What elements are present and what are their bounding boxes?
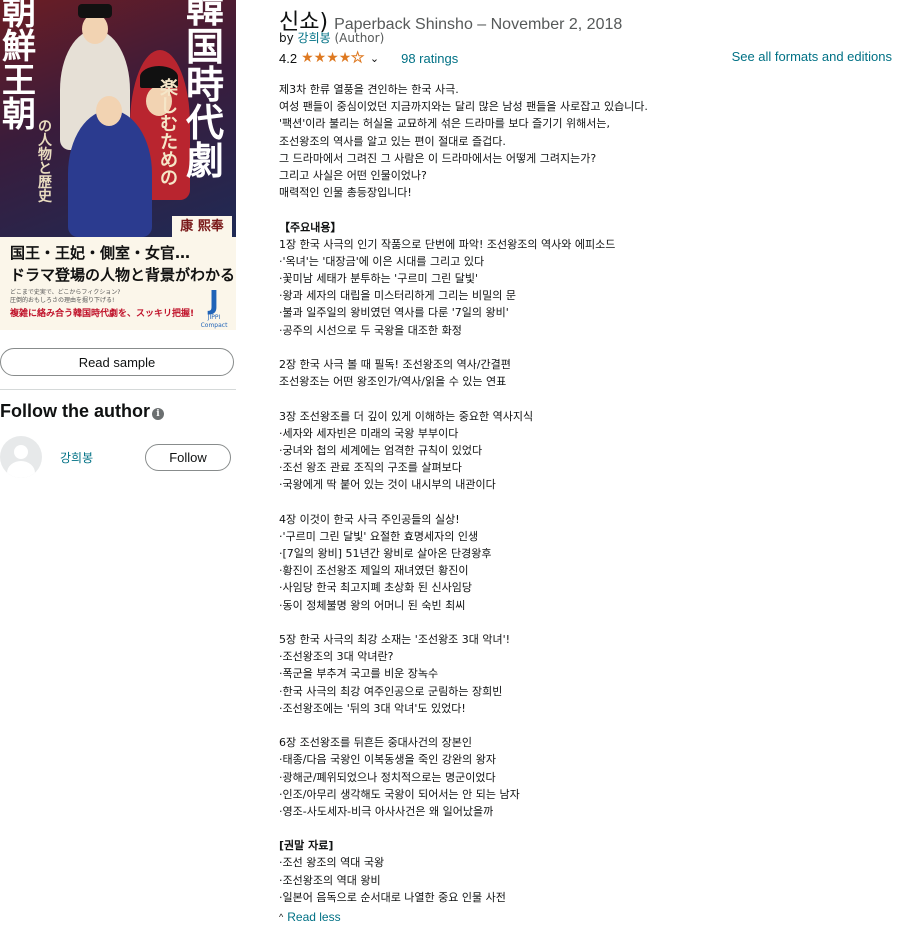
by-label: by [279, 31, 294, 45]
description-line: ·불과 일주일의 왕비였던 역사를 다룬 '7일의 왕비' [279, 306, 509, 320]
star-empty-icon: ★ [351, 50, 365, 66]
star-icon: ★ [313, 50, 327, 66]
description-spacer [279, 614, 889, 631]
cover-tagline-1: 国王・王妃・側室・女官… [10, 244, 191, 262]
chevron-down-icon[interactable]: ⌄ [370, 52, 379, 65]
description-line: ·동이 정체불명 왕의 어머니 된 숙빈 최씨 [279, 598, 466, 612]
description-line: ·태종/다음 국왕인 이복동생을 죽인 강완의 왕자 [279, 753, 496, 767]
description-line: 그 드라마에서 그려진 그 사람은 이 드라마에서는 어떻게 그려지는가? [279, 151, 597, 165]
avatar-head [14, 445, 28, 459]
description-line: ·인조/아무리 생각해도 국왕이 되어서는 안 되는 남자 [279, 787, 520, 801]
description-line: ·조선 왕조의 역대 국왕 [279, 856, 385, 870]
read-sample-button[interactable]: Read sample [0, 348, 234, 376]
cover-author: 康 熙奉 [172, 216, 232, 238]
description-line: 3장 조선왕조를 더 깊이 있게 이해하는 중요한 역사지식 [279, 409, 534, 423]
description-line: ·영조-사도세자-비극 아사사건은 왜 일어났을까 [279, 804, 494, 818]
description-line: ·꽃미남 세태가 분투하는 '구르미 그린 달빛' [279, 272, 479, 286]
see-all-formats-link[interactable]: See all formats and editions [732, 49, 892, 64]
cover-title-vertical-2: 韓国時代劇 [186, 0, 225, 183]
description-line: 1장 한국 사극의 인기 작품으로 단번에 파악! 조선왕조의 역사와 에피소드 [279, 237, 616, 251]
description-line: ·광해군/폐위되었으나 정치적으로는 명군이었다 [279, 770, 496, 784]
description-line: 그리고 사실은 어떤 인물이었나? [279, 168, 427, 182]
star-icon: ★ [301, 50, 314, 66]
description-line: 4장 이것이 한국 사극 주인공들의 실상! [279, 512, 460, 526]
read-less-link[interactable]: ^ Read less [279, 910, 341, 924]
description-line: ·왕과 세자의 대립을 미스터리하게 그리는 비밀의 문 [279, 289, 516, 303]
read-less-label: Read less [287, 910, 341, 924]
cover-subtitle-vertical-2: の人物と歴史 [38, 119, 52, 205]
description-line: ·세자와 세자빈은 미래의 국왕 부부이다 [279, 426, 459, 440]
description-line: ·조선 왕조 관료 조직의 구조를 살펴보다 [279, 461, 462, 475]
rating-row: 4.2 ★ ★ ★ ★ ★ ⌄ 98 ratings [279, 49, 458, 67]
description-line: ·궁녀와 첩의 세계에는 엄격한 규칙이 있었다 [279, 443, 483, 457]
publisher-logo: J JIPPI Compact [196, 288, 232, 330]
description-heading: 【주요내용】 [279, 220, 342, 234]
description-spacer [279, 494, 889, 511]
description-line: ·공주의 시선으로 두 국왕을 대조한 화정 [279, 323, 462, 337]
description-line: ·일본어 음독으로 순서대로 나열한 중요 인물 사전 [279, 890, 506, 904]
author-link[interactable]: 강희봉 [298, 31, 331, 45]
description-line: ·한국 사극의 최강 여주인공으로 군림하는 장희빈 [279, 684, 503, 698]
description-spacer [279, 717, 889, 734]
description-line: 조선왕조의 역사를 알고 있는 편이 절대로 즐겁다. [279, 134, 506, 148]
author-role: (Author) [334, 31, 385, 45]
description-line: ·'옥녀'는 '대장금'에 이은 시대를 그리고 있다 [279, 254, 485, 268]
description-spacer [279, 390, 889, 407]
cover-face [96, 96, 122, 126]
byline: by 강희봉 (Author) [279, 29, 384, 46]
publisher-name: JIPPI Compact [200, 314, 228, 329]
description-line: ·조선왕조에는 '뒤의 3대 악녀'도 있었다! [279, 701, 466, 715]
description-line: 조선왕조는 어떤 왕조인가/역사/읽을 수 있는 연표 [279, 375, 507, 389]
follow-button[interactable]: Follow [145, 444, 231, 471]
book-description: 제3차 한류 열풍을 견인하는 한국 사극. 여성 팬들이 중심이었던 지금까지와… [279, 81, 889, 906]
description-heading: [권말 자료] [279, 839, 334, 853]
cover-hat [78, 4, 112, 18]
follow-author-heading: Follow the author [0, 401, 150, 421]
description-line: 매력적인 인물 총등장입니다! [279, 186, 412, 200]
star-icon: ★ [326, 50, 339, 66]
book-cover-image[interactable]: 朝鮮王朝 韓国時代劇 楽しむための の人物と歴史 康 熙奉 国王・王妃・側室・女… [0, 0, 236, 330]
cover-title-vertical-1: 朝鮮王朝 [2, 0, 36, 135]
avatar-body [7, 461, 35, 478]
divider [0, 389, 236, 390]
description-line: ·조선왕조의 역대 왕비 [279, 873, 381, 887]
description-line: ·폭군을 부추겨 국고를 비운 장녹수 [279, 667, 439, 681]
description-spacer [279, 201, 889, 218]
cover-tagline-4: 圧倒的おもしろさの理由を掘り下げる! [10, 297, 115, 304]
description-line: 여성 팬들이 중심이었던 지금까지와는 달리 많은 남성 팬들을 사로잡고 있습… [279, 100, 648, 114]
description-line: ·황진이 조선왕조 제일의 재녀였던 황진이 [279, 564, 469, 578]
description-line: 제3차 한류 열풍을 견인하는 한국 사극. [279, 83, 459, 96]
publisher-mark: J [209, 286, 219, 316]
description-spacer [279, 339, 889, 356]
description-line: ·조선왕조의 3대 악녀란? [279, 650, 394, 664]
description-line: ·국왕에게 딱 붙어 있는 것이 내시부의 내관이다 [279, 478, 496, 492]
rating-number: 4.2 [279, 50, 298, 66]
cover-tagline-2: ドラマ登場の人物と背景がわかる! [10, 266, 236, 284]
description-line: 5장 한국 사극의 최강 소재는 '조선왕조 3대 악녀'! [279, 633, 511, 646]
chevron-up-icon: ^ [279, 912, 284, 922]
author-avatar[interactable] [0, 436, 42, 478]
description-line: ·'구르미 그린 달빛' 요절한 효명세자의 인생 [279, 529, 479, 543]
description-line: '팩션'이라 불리는 허실을 교묘하게 섞은 드라마를 보다 즐기기 위해서는, [279, 117, 610, 131]
star-rating[interactable]: ★ ★ ★ ★ ★ [301, 50, 365, 66]
description-spacer [279, 820, 889, 837]
description-line: 2장 한국 사극 볼 때 필독! 조선왕조의 역사/간결편 [279, 358, 511, 371]
description-line: ·사임당 한국 최고지폐 초상화 된 신사임당 [279, 581, 473, 595]
cover-face [82, 14, 108, 44]
ratings-count-link[interactable]: 98 ratings [401, 51, 458, 66]
description-line: ·[7일의 왕비] 51년간 왕비로 살아온 단경왕후 [279, 547, 492, 561]
follow-author-name-link[interactable]: 강희봉 [60, 449, 93, 466]
info-icon[interactable]: i [152, 408, 164, 420]
star-icon: ★ [338, 50, 352, 66]
cover-tagline-5: 複雑に絡み合う韓国時代劇を、スッキリ把握! [10, 309, 195, 319]
description-line: 6장 조선왕조를 뒤흔든 중대사건의 장본인 [279, 736, 473, 750]
cover-figure-queen [68, 110, 152, 237]
cover-subtitle-vertical: 楽しむための [160, 78, 178, 189]
